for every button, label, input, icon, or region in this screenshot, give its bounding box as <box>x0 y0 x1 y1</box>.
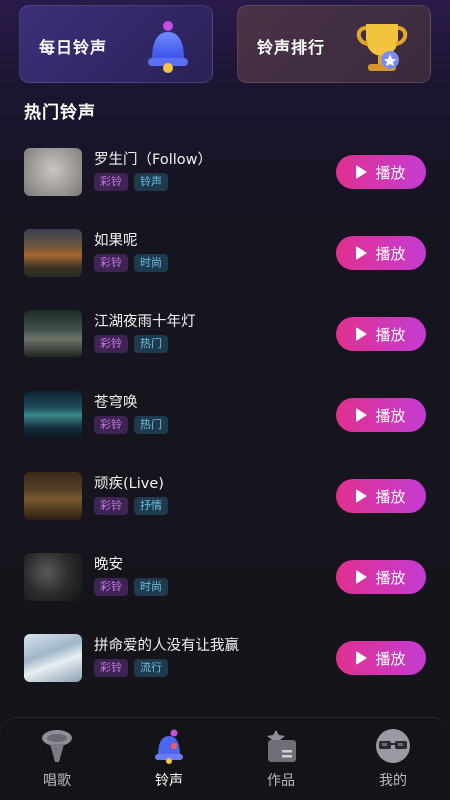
daily-ringtone-label: 每日铃声 <box>39 38 108 57</box>
song-thumbnail <box>24 148 82 196</box>
song-thumbnail <box>24 229 82 277</box>
bottom-tab-bar: 唱歌 铃声 作品 我的 <box>0 717 450 800</box>
song-item[interactable]: 晚安 彩铃 时尚 播放 <box>0 545 450 609</box>
song-title: 顽疾(Live) <box>94 476 164 492</box>
tag-category: 铃声 <box>134 173 168 191</box>
song-item[interactable]: 顽疾(Live) 彩铃 抒情 播放 <box>0 464 450 528</box>
tab-works[interactable]: 作品 <box>241 728 321 798</box>
song-tags: 彩铃 热门 <box>94 416 168 434</box>
tab-ringtone-label: 铃声 <box>155 773 183 789</box>
play-label: 播放 <box>375 325 406 344</box>
tab-profile-label: 我的 <box>379 773 407 789</box>
song-title: 苍穹唤 <box>94 395 138 411</box>
tag-category: 热门 <box>134 335 168 353</box>
tab-profile[interactable]: 我的 <box>353 728 433 798</box>
profile-icon <box>376 729 410 763</box>
tag-category: 热门 <box>134 416 168 434</box>
play-button[interactable]: 播放 <box>336 398 426 432</box>
song-item[interactable]: 罗生门（Follow） 彩铃 铃声 播放 <box>0 140 450 204</box>
play-icon <box>356 651 368 665</box>
play-label: 播放 <box>375 406 406 425</box>
song-thumbnail <box>24 634 82 682</box>
tag-ringback: 彩铃 <box>94 659 128 677</box>
play-icon <box>356 165 368 179</box>
tag-ringback: 彩铃 <box>94 173 128 191</box>
song-tags: 彩铃 热门 <box>94 335 168 353</box>
song-title: 拼命爱的人没有让我赢 <box>94 638 239 654</box>
song-item[interactable]: 江湖夜雨十年灯 彩铃 热门 播放 <box>0 302 450 366</box>
play-button[interactable]: 播放 <box>336 479 426 513</box>
song-tags: 彩铃 铃声 <box>94 173 168 191</box>
daily-ringtone-card[interactable]: 每日铃声 <box>19 5 213 83</box>
microphone-icon <box>42 730 72 762</box>
tag-ringback: 彩铃 <box>94 416 128 434</box>
tab-works-label: 作品 <box>267 773 295 789</box>
song-thumbnail <box>24 391 82 439</box>
song-title: 如果呢 <box>94 233 138 249</box>
song-tags: 彩铃 流行 <box>94 659 168 677</box>
play-button[interactable]: 播放 <box>336 560 426 594</box>
play-icon <box>356 408 368 422</box>
tag-ringback: 彩铃 <box>94 497 128 515</box>
play-label: 播放 <box>375 487 406 506</box>
tag-category: 时尚 <box>134 254 168 272</box>
play-label: 播放 <box>375 568 406 587</box>
play-button[interactable]: 播放 <box>336 236 426 270</box>
play-label: 播放 <box>375 163 406 182</box>
song-thumbnail <box>24 472 82 520</box>
play-button[interactable]: 播放 <box>336 155 426 189</box>
play-icon <box>356 489 368 503</box>
tag-category: 流行 <box>134 659 168 677</box>
trophy-icon <box>356 24 408 71</box>
tab-sing-label: 唱歌 <box>43 773 71 789</box>
top-cards: 每日铃声 铃声排行 <box>19 5 431 83</box>
bell-icon <box>155 729 183 764</box>
play-label: 播放 <box>375 244 406 263</box>
play-button[interactable]: 播放 <box>336 317 426 351</box>
tag-ringback: 彩铃 <box>94 254 128 272</box>
song-item[interactable]: 拼命爱的人没有让我赢 彩铃 流行 播放 <box>0 626 450 690</box>
works-icon <box>267 730 296 762</box>
tab-sing[interactable]: 唱歌 <box>17 728 97 798</box>
song-item[interactable]: 苍穹唤 彩铃 热门 播放 <box>0 383 450 447</box>
section-title: 热门铃声 <box>24 103 96 123</box>
song-title: 江湖夜雨十年灯 <box>94 314 196 330</box>
tag-ringback: 彩铃 <box>94 335 128 353</box>
song-thumbnail <box>24 553 82 601</box>
play-label: 播放 <box>375 649 406 668</box>
tag-ringback: 彩铃 <box>94 578 128 596</box>
play-button[interactable]: 播放 <box>336 641 426 675</box>
play-icon <box>356 327 368 341</box>
play-icon <box>356 570 368 584</box>
tab-ringtone[interactable]: 铃声 <box>129 728 209 798</box>
song-tags: 彩铃 抒情 <box>94 497 168 515</box>
song-tags: 彩铃 时尚 <box>94 578 168 596</box>
bell-icon <box>148 21 188 73</box>
ringtone-ranking-label: 铃声排行 <box>257 38 326 57</box>
song-item[interactable]: 如果呢 彩铃 时尚 播放 <box>0 221 450 285</box>
play-icon <box>356 246 368 260</box>
tag-category: 时尚 <box>134 578 168 596</box>
ringtone-ranking-card[interactable]: 铃声排行 <box>237 5 431 83</box>
tag-category: 抒情 <box>134 497 168 515</box>
song-tags: 彩铃 时尚 <box>94 254 168 272</box>
song-thumbnail <box>24 310 82 358</box>
song-title: 罗生门（Follow） <box>94 152 212 168</box>
song-title: 晚安 <box>94 557 123 573</box>
